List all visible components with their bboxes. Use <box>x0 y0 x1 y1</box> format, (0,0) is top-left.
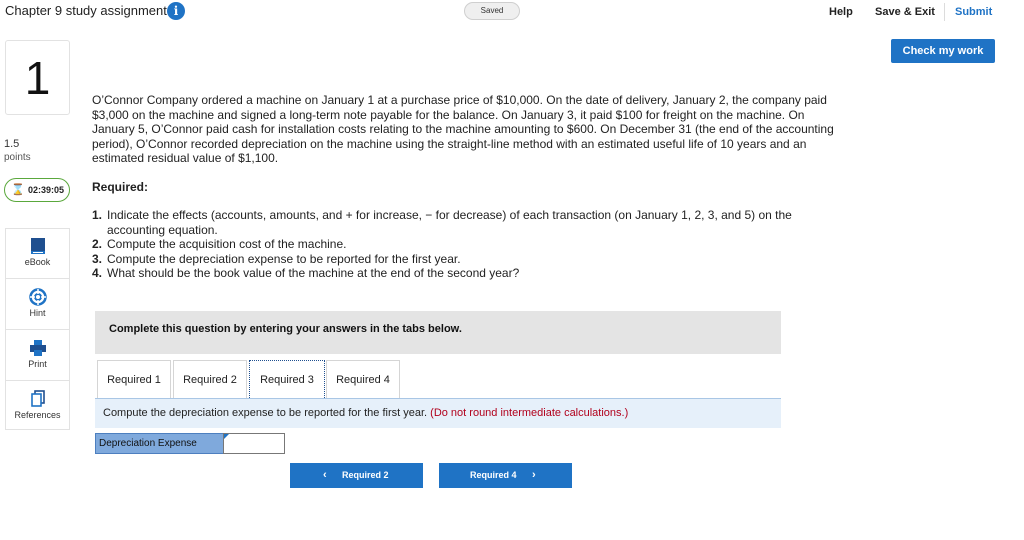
depreciation-expense-input[interactable] <box>223 433 285 454</box>
requirement-item: 4. What should be the book value of the … <box>88 266 828 281</box>
print-label: Print <box>28 359 47 369</box>
panel-text: Compute the depreciation expense to be r… <box>103 407 428 419</box>
depreciation-expense-label: Depreciation Expense <box>95 433 224 454</box>
next-required-button[interactable]: Required 4 › <box>439 463 572 488</box>
ebook-button[interactable]: eBook <box>6 229 69 279</box>
hint-icon <box>6 288 69 306</box>
top-divider <box>944 3 945 21</box>
requirements-list: 1. Indicate the effects (accounts, amoun… <box>88 208 828 281</box>
requirement-item: 2. Compute the acquisition cost of the m… <box>88 237 828 252</box>
assignment-title: Chapter 9 study assignment <box>5 3 167 18</box>
references-label: References <box>14 410 61 420</box>
input-flag-icon <box>224 434 229 439</box>
question-number[interactable]: 1 <box>5 40 70 115</box>
requirement-number: 2. <box>91 237 102 251</box>
requirement-text: What should be the book value of the mac… <box>107 266 520 280</box>
requirement-number: 4. <box>91 266 102 280</box>
ebook-label: eBook <box>24 257 51 267</box>
tab-required-2[interactable]: Required 2 <box>173 360 247 398</box>
timer-value: 02:39:05 <box>28 185 65 195</box>
tools-panel: eBook Hint Print References <box>5 228 70 430</box>
saved-status-badge: Saved <box>464 2 520 20</box>
references-icon <box>6 390 69 408</box>
tab-required-3[interactable]: Required 3 <box>249 360 325 398</box>
ebook-icon <box>6 237 69 255</box>
tab-panel-instruction: Compute the depreciation expense to be r… <box>95 398 781 428</box>
instruction-banner: Complete this question by entering your … <box>95 311 781 354</box>
requirement-text: Indicate the effects (accounts, amounts,… <box>107 208 792 237</box>
required-heading: Required: <box>92 180 149 194</box>
points-value: 1.5 <box>4 138 20 150</box>
panel-note: (Do not round intermediate calculations.… <box>430 407 629 419</box>
next-button-label: Required 4 <box>470 470 517 480</box>
hourglass-icon: ⌛ <box>11 184 25 196</box>
timer-badge: ⌛ 02:39:05 <box>4 178 70 202</box>
requirement-item: 1. Indicate the effects (accounts, amoun… <box>88 208 828 237</box>
help-link[interactable]: Help <box>829 6 853 18</box>
requirement-number: 3. <box>91 251 102 266</box>
save-exit-link[interactable]: Save & Exit <box>875 6 935 18</box>
info-icon[interactable]: i <box>167 2 185 20</box>
requirement-number: 1. <box>91 208 102 222</box>
points-label: points <box>4 152 31 163</box>
print-icon <box>6 339 69 357</box>
print-button[interactable]: Print <box>6 331 69 381</box>
references-button[interactable]: References <box>6 382 69 432</box>
problem-statement: O’Connor Company ordered a machine on Ja… <box>92 93 834 165</box>
top-bar: Chapter 9 study assignment i Saved Help … <box>0 0 1024 24</box>
tab-required-4[interactable]: Required 4 <box>326 360 400 398</box>
chevron-right-icon: › <box>532 469 536 481</box>
prev-button-label: Required 2 <box>342 470 389 480</box>
hint-label: Hint <box>29 308 46 318</box>
requirement-text: Compute the acquisition cost of the mach… <box>107 237 347 251</box>
prev-required-button[interactable]: ‹ Required 2 <box>290 463 423 488</box>
requirement-item: 3. Compute the depreciation expense to b… <box>88 252 828 267</box>
submit-link[interactable]: Submit <box>955 6 992 18</box>
check-my-work-button[interactable]: Check my work <box>891 39 995 63</box>
tab-required-1[interactable]: Required 1 <box>97 360 171 398</box>
requirement-text: Compute the depreciation expense to be r… <box>107 251 461 266</box>
chevron-left-icon: ‹ <box>323 469 327 481</box>
hint-button[interactable]: Hint <box>6 280 69 330</box>
